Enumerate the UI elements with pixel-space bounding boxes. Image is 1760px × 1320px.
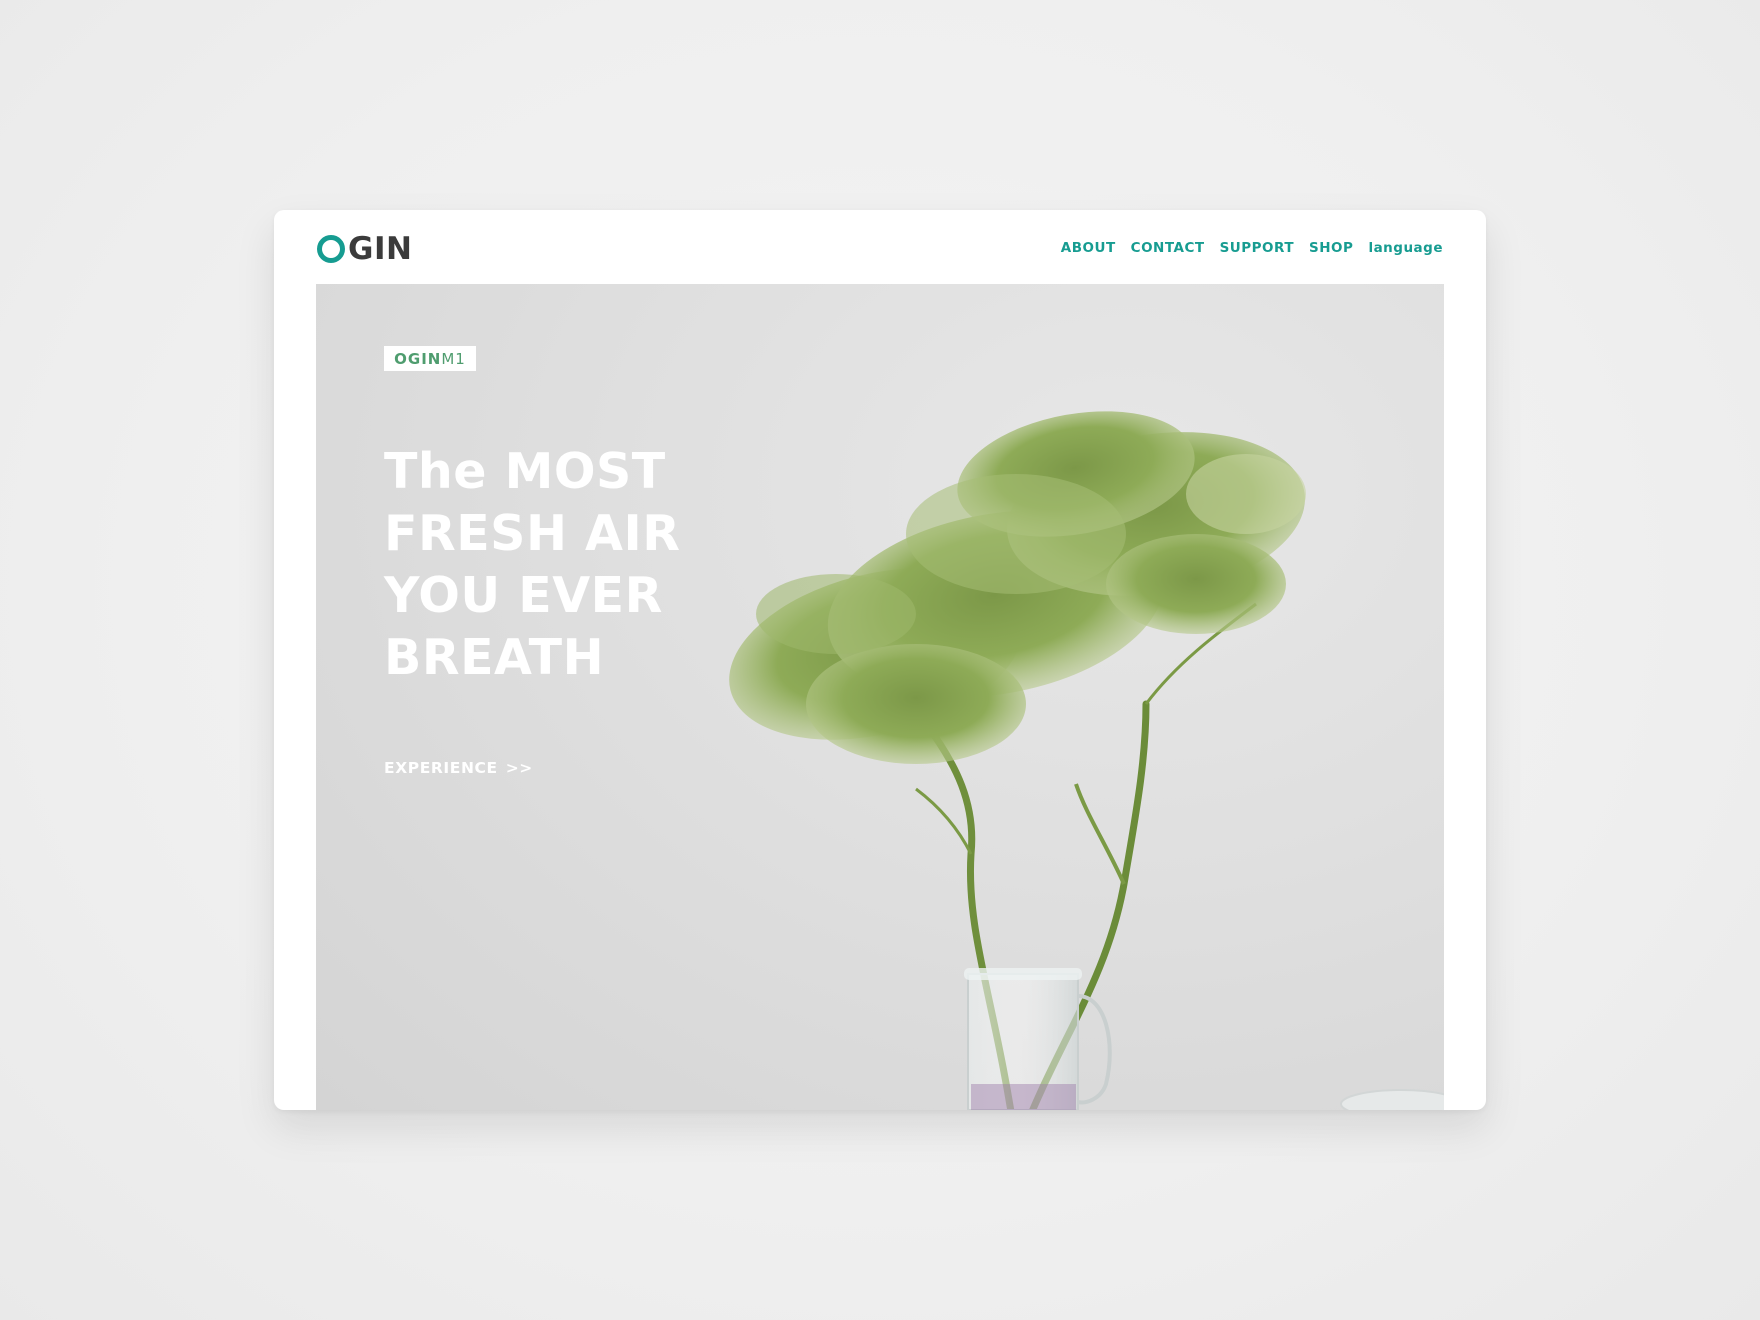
- hero-headline: The MOST FRESH AIR YOU EVER BREATH: [384, 441, 744, 689]
- logo-text: GIN: [348, 231, 413, 267]
- brand-logo[interactable]: GIN: [317, 231, 413, 267]
- nav-support[interactable]: SUPPORT: [1220, 240, 1294, 256]
- badge-brand: OGIN: [394, 349, 442, 368]
- nav-contact[interactable]: CONTACT: [1131, 240, 1205, 256]
- experience-link[interactable]: EXPERIENCE >>: [384, 759, 533, 777]
- logo-ring-icon: [317, 235, 345, 263]
- browser-window: GIN ABOUT CONTACT SUPPORT SHOP language: [274, 210, 1486, 1110]
- top-navigation: GIN ABOUT CONTACT SUPPORT SHOP language: [274, 210, 1486, 284]
- headline-line-4: BREATH: [384, 629, 605, 686]
- main-nav: ABOUT CONTACT SUPPORT SHOP language: [1061, 240, 1443, 256]
- cta-label: EXPERIENCE: [384, 759, 498, 777]
- nav-language[interactable]: language: [1368, 240, 1443, 256]
- headline-line-3: YOU EVER: [384, 567, 663, 624]
- flower-vase-illustration: [729, 411, 1444, 1110]
- product-badge: OGIN M1: [384, 346, 476, 371]
- nav-about[interactable]: ABOUT: [1061, 240, 1116, 256]
- badge-model: M1: [441, 349, 466, 368]
- hero-banner: OGIN M1 The MOST FRESH AIR YOU EVER BREAT…: [316, 284, 1444, 1110]
- nav-shop[interactable]: SHOP: [1309, 240, 1353, 256]
- headline-line-1: The MOST: [384, 443, 666, 500]
- headline-line-2: FRESH AIR: [384, 505, 681, 562]
- cta-arrows: >>: [505, 759, 533, 777]
